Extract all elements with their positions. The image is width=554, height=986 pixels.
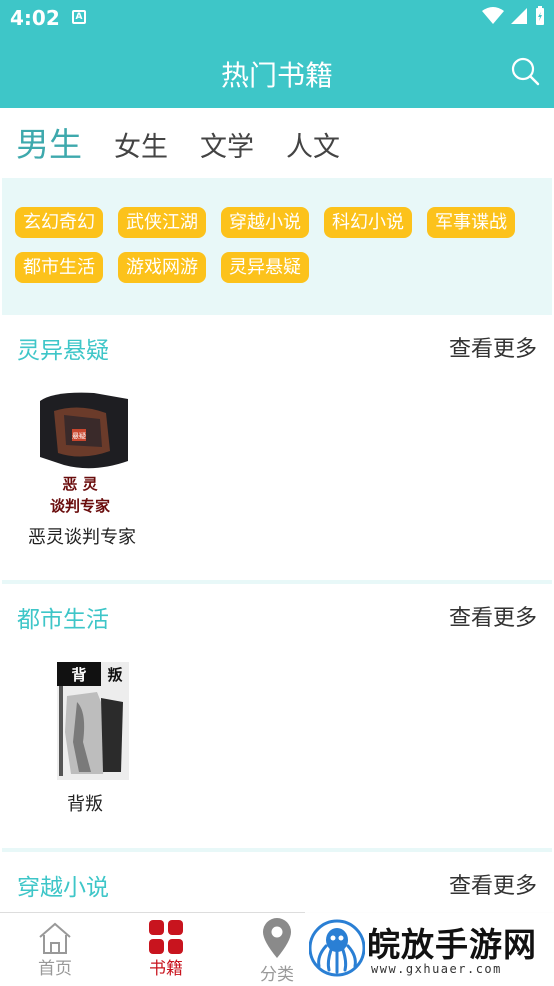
book-item[interactable]: 背 叛 背叛 <box>57 662 137 815</box>
books-grid-icon <box>149 920 183 954</box>
nav-label: 首页 <box>38 959 72 979</box>
tag-urban[interactable]: 都市生活 <box>15 252 103 283</box>
status-bar: 4:02 A <box>0 0 554 36</box>
status-icons <box>482 6 546 26</box>
notification-a-icon: A <box>72 10 86 24</box>
book-item[interactable]: 悬疑 恶 灵 谈判专家 恶灵谈判专家 <box>24 391 144 551</box>
tab-humanities[interactable]: 人文 <box>286 125 340 178</box>
section-title: 穿越小说 <box>17 875 109 901</box>
view-more-link[interactable]: 查看更多 <box>449 868 537 900</box>
tab-female[interactable]: 女生 <box>114 125 168 178</box>
tag-fantasy[interactable]: 玄幻奇幻 <box>15 207 103 238</box>
home-icon <box>39 922 71 954</box>
tag-time-travel[interactable]: 穿越小说 <box>221 207 309 238</box>
wifi-icon <box>482 7 504 24</box>
octopus-logo-icon <box>309 919 365 977</box>
location-pin-icon <box>263 918 291 958</box>
tab-male[interactable]: 男生 <box>16 118 82 178</box>
category-tabs: 男生 女生 文学 人文 <box>0 108 554 178</box>
search-icon[interactable] <box>510 56 540 86</box>
svg-text:恶 灵: 恶 灵 <box>62 475 98 493</box>
book-cover: 悬疑 恶 灵 谈判专家 <box>34 391 128 517</box>
genre-tag-panel: 玄幻奇幻 武侠江湖 穿越小说 科幻小说 军事谍战 都市生活 游戏网游 灵异悬疑 <box>2 178 552 315</box>
section-urban: 都市生活 查看更多 背 叛 背叛 <box>2 584 552 848</box>
svg-text:谈判专家: 谈判专家 <box>50 497 110 515</box>
book-cover: 背 叛 <box>57 662 129 780</box>
page-title: 热门书籍 <box>220 59 333 92</box>
watermark-url: www.gxhuaer.com <box>371 962 502 976</box>
nav-books[interactable]: 书籍 <box>111 913 221 986</box>
svg-text:叛: 叛 <box>107 666 122 684</box>
view-more-link[interactable]: 查看更多 <box>449 600 537 632</box>
watermark-text: 皖放手游网 <box>367 925 537 964</box>
section-supernatural: 灵异悬疑 查看更多 悬疑 恶 灵 谈判专家 恶灵谈判专家 <box>2 315 552 580</box>
watermark: 皖放手游网 www.gxhuaer.com <box>305 912 554 986</box>
tag-wuxia[interactable]: 武侠江湖 <box>118 207 206 238</box>
svg-text:背: 背 <box>71 666 86 684</box>
section-title: 都市生活 <box>17 607 109 633</box>
app-bar: 热门书籍 <box>0 36 554 108</box>
view-more-link[interactable]: 查看更多 <box>449 331 537 363</box>
book-title: 恶灵谈判专家 <box>28 527 136 548</box>
signal-icon <box>511 8 527 24</box>
nav-label: 书籍 <box>149 959 183 979</box>
tag-gaming[interactable]: 游戏网游 <box>118 252 206 283</box>
section-time-travel: 穿越小说 查看更多 <box>2 852 552 912</box>
battery-icon <box>536 6 544 25</box>
tab-literature[interactable]: 文学 <box>200 125 254 178</box>
tag-scifi[interactable]: 科幻小说 <box>324 207 412 238</box>
status-time: 4:02 <box>10 6 60 30</box>
tag-military[interactable]: 军事谍战 <box>427 207 515 238</box>
svg-text:悬疑: 悬疑 <box>72 431 86 440</box>
tag-supernatural[interactable]: 灵异悬疑 <box>221 252 309 283</box>
book-title: 背叛 <box>67 794 103 815</box>
section-title: 灵异悬疑 <box>17 338 109 364</box>
nav-home[interactable]: 首页 <box>0 913 110 986</box>
